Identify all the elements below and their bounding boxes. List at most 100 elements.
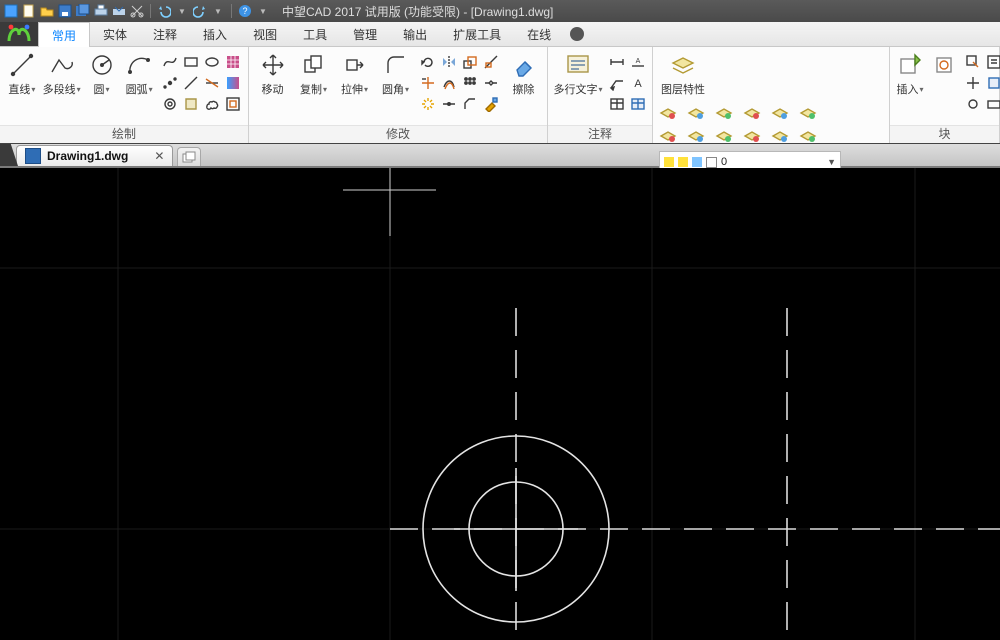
gradient-icon[interactable] xyxy=(224,74,242,92)
block-edit-icon[interactable] xyxy=(964,53,982,71)
open-icon[interactable] xyxy=(40,4,54,18)
tab-ext[interactable]: 扩展工具 xyxy=(440,22,514,46)
polyline-button[interactable]: 多段线▾ xyxy=(44,51,80,97)
block-small-tools xyxy=(964,51,1000,113)
scale-icon[interactable] xyxy=(461,53,479,71)
layer-tool-1[interactable] xyxy=(687,105,711,125)
layer-tool-6[interactable] xyxy=(659,128,683,148)
block-other-icon[interactable] xyxy=(985,95,1000,113)
undo-icon[interactable] xyxy=(157,4,171,18)
tab-insert[interactable]: 插入 xyxy=(190,22,240,46)
layer-tool-3[interactable] xyxy=(743,105,767,125)
trim-icon[interactable] xyxy=(419,74,437,92)
spline-icon[interactable] xyxy=(161,53,179,71)
align-icon[interactable] xyxy=(482,53,500,71)
copy-button[interactable]: 复制▾ xyxy=(296,51,331,97)
ellipse-icon[interactable] xyxy=(203,53,221,71)
line-button[interactable]: 直线▾ xyxy=(6,51,38,97)
cut-icon[interactable] xyxy=(130,4,144,18)
tab-annotate[interactable]: 注释 xyxy=(140,22,190,46)
rectangle-icon[interactable] xyxy=(182,53,200,71)
dimlinear-icon[interactable] xyxy=(608,53,626,71)
help-icon[interactable]: ? xyxy=(238,4,252,18)
layer-tool-9[interactable] xyxy=(743,128,767,148)
tab-home[interactable]: 常用 xyxy=(38,22,90,47)
mirror-icon[interactable] xyxy=(440,53,458,71)
layer-tool-10[interactable] xyxy=(771,128,795,148)
block-attr-icon[interactable] xyxy=(985,53,1000,71)
block-define-icon[interactable] xyxy=(985,74,1000,92)
explode-icon[interactable] xyxy=(419,95,437,113)
table-icon[interactable] xyxy=(608,95,626,113)
layer-tool-2[interactable] xyxy=(715,105,739,125)
break-icon[interactable] xyxy=(482,74,500,92)
stretch-button[interactable]: 拉伸▾ xyxy=(337,51,372,97)
window-title: 中望CAD 2017 试用版 (功能受限) - [Drawing1.dwg] xyxy=(282,3,553,20)
circle-button[interactable]: 圆▾ xyxy=(86,51,118,97)
line-label: 直线 xyxy=(8,81,30,97)
hatch-icon[interactable] xyxy=(224,53,242,71)
leader-icon[interactable] xyxy=(608,74,626,92)
point-icon[interactable] xyxy=(161,74,179,92)
fillet-button[interactable]: 圆角▾ xyxy=(378,51,413,97)
new-icon[interactable] xyxy=(22,4,36,18)
new-tab-button[interactable] xyxy=(177,147,201,166)
arc-button[interactable]: 圆弧▾ xyxy=(123,51,155,97)
tab-solid[interactable]: 实体 xyxy=(90,22,140,46)
layer-tool-11[interactable] xyxy=(799,128,823,148)
layer-tool-5[interactable] xyxy=(799,105,823,125)
tab-online[interactable]: 在线 xyxy=(514,22,564,46)
drawing-viewport[interactable] xyxy=(0,168,1000,640)
insertblock-button[interactable]: 插入▾ xyxy=(896,51,924,97)
qat-dropdown-icon[interactable]: ▼ xyxy=(256,4,270,18)
layer-tool-8[interactable] xyxy=(715,128,739,148)
erase-button[interactable]: 擦除 xyxy=(506,51,541,97)
join-icon[interactable] xyxy=(440,95,458,113)
dimstyle-icon[interactable]: A xyxy=(629,53,647,71)
layer-tool-4[interactable] xyxy=(771,105,795,125)
app-logo[interactable] xyxy=(0,22,38,46)
region-icon[interactable] xyxy=(182,95,200,113)
circle-label: 圆 xyxy=(94,81,105,97)
matchprop-icon[interactable] xyxy=(482,95,500,113)
svg-text:A: A xyxy=(636,58,641,65)
redo-icon[interactable] xyxy=(193,4,207,18)
layerprops-button[interactable]: 图层特性 xyxy=(659,51,707,97)
block-base-icon[interactable] xyxy=(964,74,982,92)
createblock-button[interactable]: x xyxy=(930,51,958,93)
chamfer-icon[interactable] xyxy=(461,95,479,113)
bulb-icon xyxy=(664,157,674,167)
revcloud-icon[interactable] xyxy=(203,95,221,113)
rotate-icon[interactable] xyxy=(419,53,437,71)
saveall-icon[interactable] xyxy=(76,4,90,18)
tablestyle-icon[interactable] xyxy=(629,95,647,113)
layer-tool-7[interactable] xyxy=(687,128,711,148)
plot-icon[interactable] xyxy=(112,4,126,18)
line-icon xyxy=(8,51,36,79)
boundary-icon[interactable] xyxy=(224,95,242,113)
array-icon[interactable] xyxy=(461,74,479,92)
redo-dropdown-icon[interactable]: ▼ xyxy=(211,4,225,18)
tab-output[interactable]: 输出 xyxy=(390,22,440,46)
block-sync-icon[interactable] xyxy=(964,95,982,113)
close-icon[interactable]: ✕ xyxy=(154,149,164,163)
ribbon-minimize-icon[interactable] xyxy=(570,27,584,41)
tab-manage[interactable]: 管理 xyxy=(340,22,390,46)
textstyle-icon[interactable]: A xyxy=(629,74,647,92)
print-icon[interactable] xyxy=(94,4,108,18)
undo-dropdown-icon[interactable]: ▼ xyxy=(175,4,189,18)
offset-icon[interactable] xyxy=(440,74,458,92)
tab-view[interactable]: 视图 xyxy=(240,22,290,46)
layer-tool-0[interactable] xyxy=(659,105,683,125)
donut-icon[interactable] xyxy=(161,95,179,113)
xline-icon[interactable] xyxy=(203,74,221,92)
tab-tools[interactable]: 工具 xyxy=(290,22,340,46)
document-tab[interactable]: Drawing1.dwg ✕ xyxy=(16,145,173,166)
move-button[interactable]: 移动 xyxy=(255,51,290,97)
app-menu-icon[interactable] xyxy=(4,4,18,18)
mtext-button[interactable]: 多行文字▾ xyxy=(554,51,602,97)
ray-icon[interactable] xyxy=(182,74,200,92)
svg-text:A: A xyxy=(634,78,642,90)
separator xyxy=(150,4,151,18)
save-icon[interactable] xyxy=(58,4,72,18)
